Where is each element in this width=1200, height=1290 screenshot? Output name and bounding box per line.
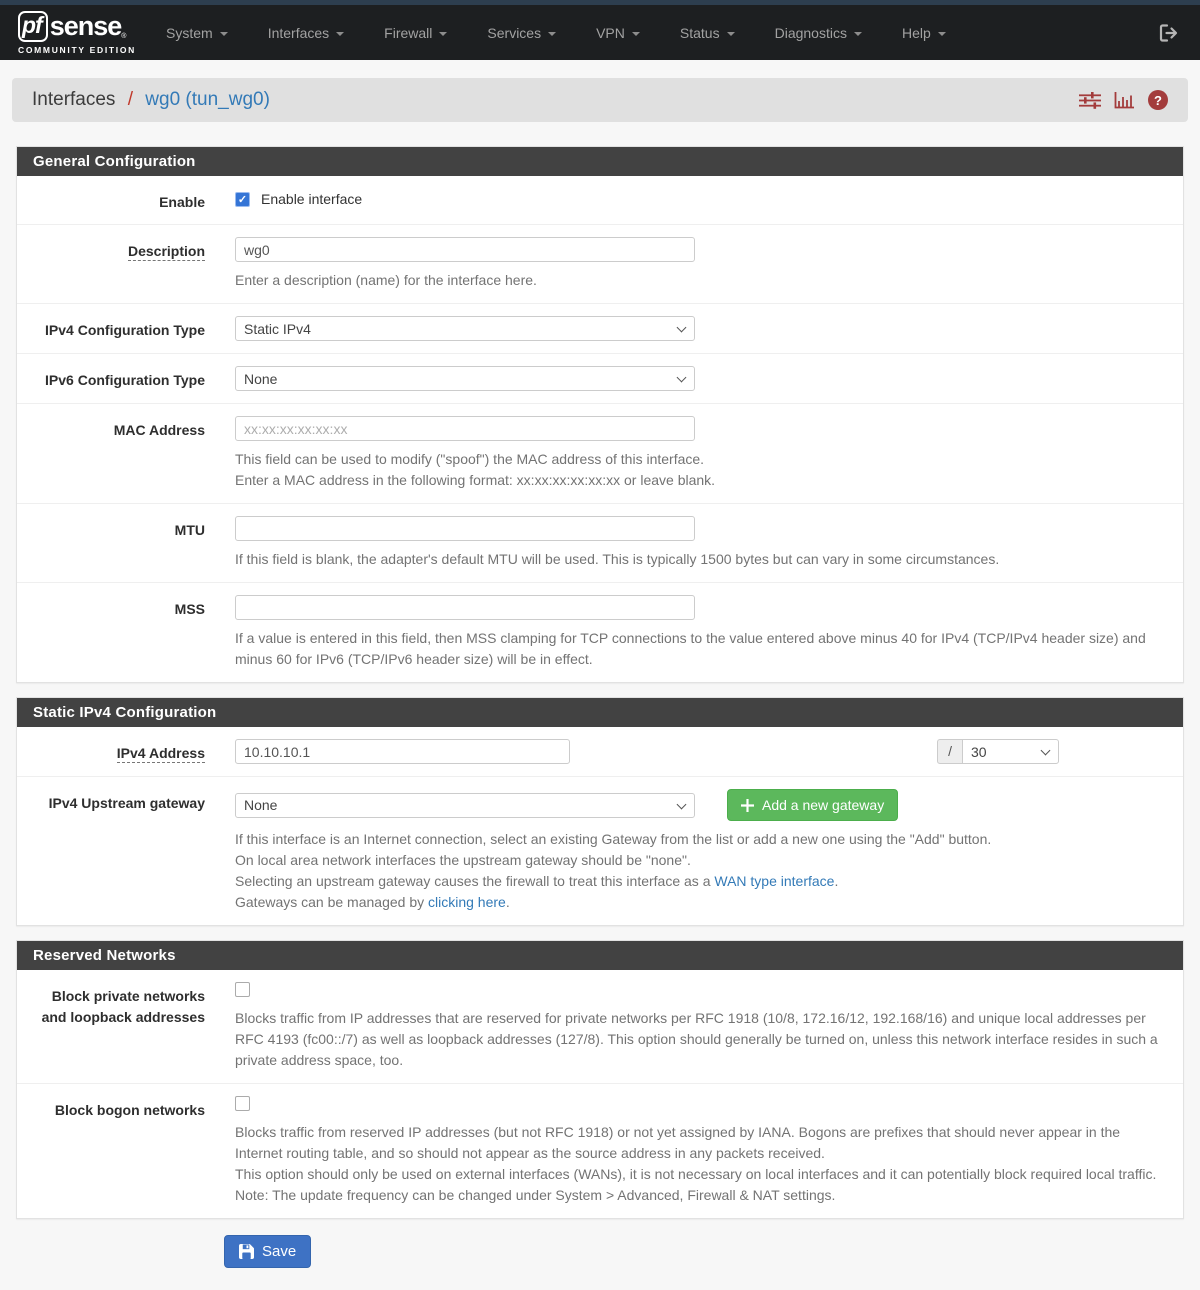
block-bogon-networks-row: Block bogon networks Blocks traffic from… (17, 1084, 1183, 1218)
sign-out-icon[interactable] (1154, 19, 1184, 47)
breadcrumb-page-link[interactable]: wg0 (tun_wg0) (145, 89, 270, 110)
ipv6-configuration-type-row: IPv6 Configuration Type None (17, 354, 1183, 404)
pfsense-logo-pf: pf (18, 11, 48, 42)
caret-down-icon (854, 32, 862, 36)
ipv4-configuration-type-label: IPv4 Configuration Type (33, 316, 205, 340)
mac-address-label: MAC Address (33, 416, 205, 440)
breadcrumb-actions: ? (1079, 90, 1168, 110)
mac-address-help-text: This field can be used to modify ("spoof… (235, 449, 1167, 491)
cidr-mask-select[interactable]: 30 (962, 739, 1059, 764)
caret-down-icon (632, 32, 640, 36)
ipv4-upstream-gateway-select[interactable]: None (235, 793, 695, 818)
description-help-text: Enter a description (name) for the inter… (235, 270, 1167, 291)
pfsense-logo-tagline: COMMUNITY EDITION (18, 45, 136, 55)
traffic-graph-chart-icon[interactable] (1114, 91, 1135, 109)
block-private-networks-label: Block private networks and loopback addr… (33, 982, 205, 1027)
ipv6-configuration-type-select[interactable]: None (235, 366, 695, 391)
general-configuration-panel: General Configuration Enable ✓ Enable in… (16, 146, 1184, 683)
caret-down-icon (727, 32, 735, 36)
ipv4-address-input[interactable] (235, 739, 570, 764)
ipv4-upstream-gateway-row: IPv4 Upstream gateway None Add a new gat… (17, 777, 1183, 925)
nav-item-diagnostics[interactable]: Diagnostics (755, 5, 882, 60)
nav-item-firewall[interactable]: Firewall (364, 5, 467, 60)
block-bogon-networks-checkbox[interactable] (235, 1096, 250, 1111)
description-input[interactable] (235, 237, 695, 262)
status-filter-sliders-icon[interactable] (1079, 92, 1101, 109)
ipv4-configuration-type-row: IPv4 Configuration Type Static IPv4 (17, 304, 1183, 354)
description-label: Description (33, 237, 205, 261)
mac-address-input[interactable] (235, 416, 695, 441)
block-bogon-networks-help-text: Blocks traffic from reserved IP addresse… (235, 1122, 1167, 1206)
enable-interface-checkbox[interactable]: ✓ (235, 192, 250, 207)
panel-title-general-configuration: General Configuration (17, 147, 1183, 176)
enable-interface-checkbox-label: Enable interface (261, 191, 362, 207)
nav-item-system[interactable]: System (146, 5, 248, 60)
caret-down-icon (938, 32, 946, 36)
block-bogon-networks-label: Block bogon networks (33, 1096, 205, 1120)
enable-label: Enable (33, 188, 205, 212)
breadcrumb: Interfaces / wg0 (tun_wg0) (32, 89, 270, 111)
form-actions: Save (224, 1235, 1184, 1290)
panel-title-reserved-networks: Reserved Networks (17, 941, 1183, 970)
page-content: General Configuration Enable ✓ Enable in… (16, 146, 1184, 1290)
caret-down-icon (548, 32, 556, 36)
ipv4-upstream-gateway-label: IPv4 Upstream gateway (33, 789, 205, 813)
caret-down-icon (336, 32, 344, 36)
block-private-networks-checkbox[interactable] (235, 982, 250, 997)
enable-row: Enable ✓ Enable interface (17, 176, 1183, 225)
pfsense-logo-sense: sense (50, 13, 122, 40)
save-floppy-icon (239, 1244, 254, 1259)
breadcrumb-section: Interfaces (32, 89, 115, 110)
manage-gateways-link[interactable]: clicking here (428, 894, 506, 910)
pfsense-logo-wordmark: pfsense® (18, 11, 136, 42)
mss-input[interactable] (235, 595, 695, 620)
registered-mark: ® (121, 33, 126, 40)
cidr-group: / 30 (937, 739, 1059, 764)
reserved-networks-panel: Reserved Networks Block private networks… (16, 940, 1184, 1219)
mtu-help-text: If this field is blank, the adapter's de… (235, 549, 1167, 570)
block-private-networks-row: Block private networks and loopback addr… (17, 970, 1183, 1084)
mtu-label: MTU (33, 516, 205, 540)
mss-label: MSS (33, 595, 205, 619)
panel-title-static-ipv4-configuration: Static IPv4 Configuration (17, 698, 1183, 727)
wan-type-interface-link[interactable]: WAN type interface (714, 873, 834, 889)
caret-down-icon (439, 32, 447, 36)
block-private-networks-help-text: Blocks traffic from IP addresses that ar… (235, 1008, 1167, 1071)
gateway-help-text: If this interface is an Internet connect… (235, 829, 1167, 913)
caret-down-icon (220, 32, 228, 36)
nav-item-help[interactable]: Help (882, 5, 966, 60)
ipv4-address-row: IPv4 Address / 30 (17, 727, 1183, 777)
ipv4-configuration-type-select[interactable]: Static IPv4 (235, 316, 695, 341)
mtu-input[interactable] (235, 516, 695, 541)
plus-icon (741, 799, 754, 812)
help-icon[interactable]: ? (1148, 90, 1168, 110)
nav-item-status[interactable]: Status (660, 5, 755, 60)
mac-address-row: MAC Address This field can be used to mo… (17, 404, 1183, 504)
ipv6-configuration-type-label: IPv6 Configuration Type (33, 366, 205, 390)
pfsense-logo[interactable]: pfsense® COMMUNITY EDITION (18, 11, 136, 55)
cidr-slash-prefix: / (937, 739, 962, 764)
main-navbar: pfsense® COMMUNITY EDITION System Interf… (0, 5, 1200, 60)
ipv4-address-label: IPv4 Address (33, 739, 205, 763)
save-button[interactable]: Save (224, 1235, 311, 1268)
add-new-gateway-button[interactable]: Add a new gateway (727, 789, 898, 821)
nav-item-services[interactable]: Services (467, 5, 576, 60)
static-ipv4-configuration-panel: Static IPv4 Configuration IPv4 Address /… (16, 697, 1184, 926)
mss-help-text: If a value is entered in this field, the… (235, 628, 1167, 670)
breadcrumb-separator: / (128, 89, 133, 110)
nav-item-vpn[interactable]: VPN (576, 5, 660, 60)
nav-item-interfaces[interactable]: Interfaces (248, 5, 364, 60)
mss-row: MSS If a value is entered in this field,… (17, 583, 1183, 682)
mtu-row: MTU If this field is blank, the adapter'… (17, 504, 1183, 583)
breadcrumb-bar: Interfaces / wg0 (tun_wg0) ? (12, 78, 1188, 122)
description-row: Description Enter a description (name) f… (17, 225, 1183, 304)
navbar-menu: System Interfaces Firewall Services VPN … (146, 5, 966, 60)
